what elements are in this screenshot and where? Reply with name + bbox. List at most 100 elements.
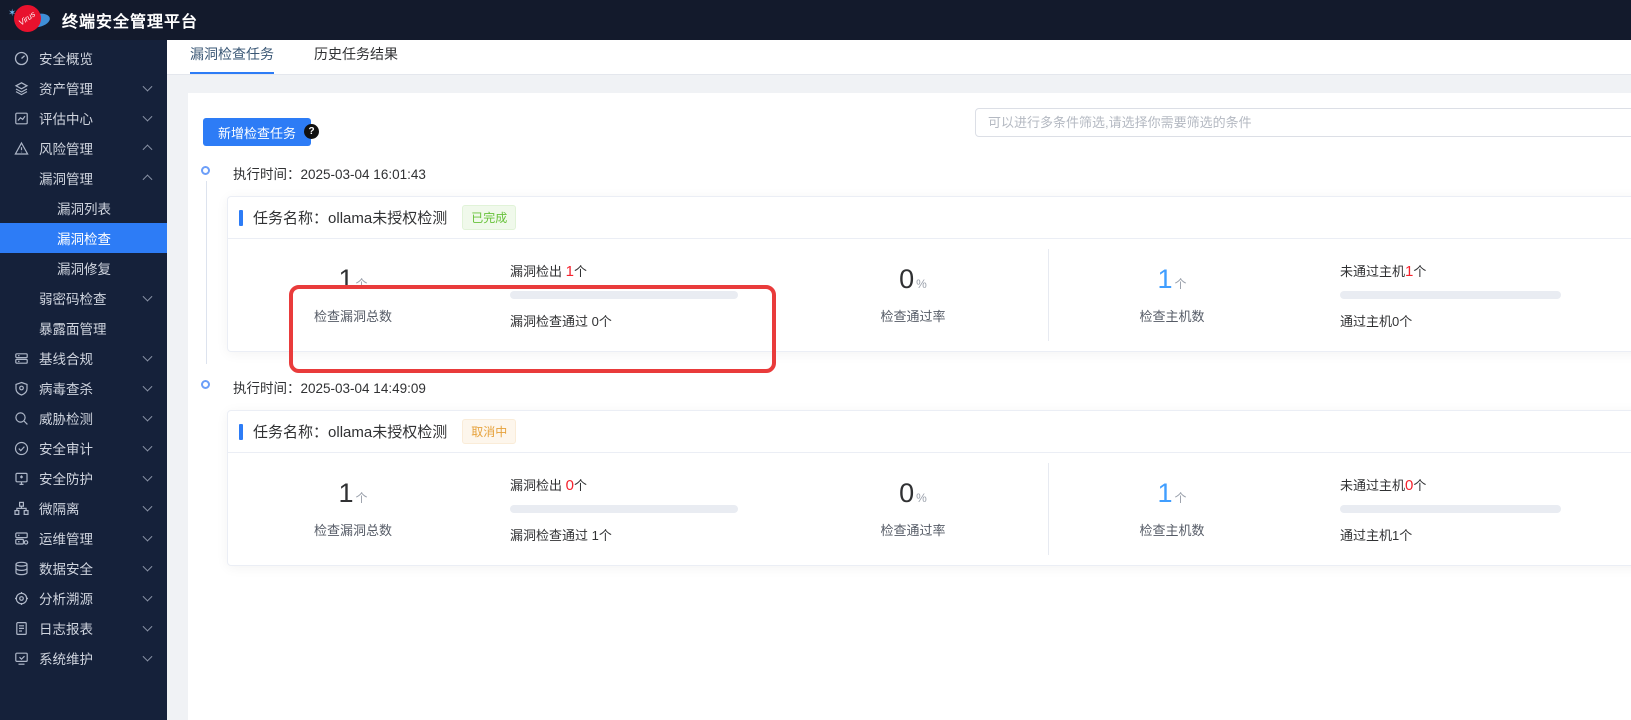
- trace-target-icon: [14, 591, 29, 606]
- task-card-body: 1个 检查漏洞总数 漏洞检出 0个 漏洞检查通过 1个 0% 检查通过率 1 个…: [228, 453, 1631, 565]
- main-area: 漏洞检查任务 历史任务结果 新增检查任务 ? 执行时间：2025-03-04 1…: [167, 40, 1631, 720]
- stat-pass-rate: 0% 检查通过率: [880, 477, 946, 538]
- sidebar-item-ops-management[interactable]: 运维管理: [0, 523, 167, 553]
- stat-pass-rate: 0% 检查通过率: [880, 263, 946, 324]
- warning-icon: [14, 141, 29, 156]
- vuln-progress-bar: [510, 290, 738, 299]
- sidebar-item-weak-password-check[interactable]: 弱密码检查: [0, 283, 167, 313]
- chevron-down-icon: [142, 621, 153, 632]
- sidebar-item-security-overview[interactable]: 安全概览: [0, 43, 167, 73]
- task-card-header: 任务名称：ollama未授权检测 已完成: [228, 197, 1631, 239]
- logo-virus-icon: Virus: [14, 5, 41, 32]
- layers-icon: [14, 81, 29, 96]
- host-passed-line: 通过主机1个: [1340, 527, 1413, 543]
- sidebar-item-vuln-check[interactable]: 漏洞检查: [0, 223, 167, 253]
- task-card: 任务名称：ollama未授权检测 取消中 1个 检查漏洞总数 漏洞检出 0个 漏…: [227, 410, 1631, 566]
- log-report-icon: [14, 621, 29, 636]
- database-icon: [14, 561, 29, 576]
- chevron-down-icon: [142, 561, 153, 572]
- chevron-down-icon: [142, 591, 153, 602]
- stat-host-progress: 未通过主机1个 通过主机0个: [1340, 261, 1561, 330]
- chevron-up-icon: [142, 144, 153, 155]
- stat-vuln-total: 1个 检查漏洞总数: [313, 477, 392, 538]
- sidebar-item-virus-scan[interactable]: 病毒查杀: [0, 373, 167, 403]
- vuln-detected-line: 漏洞检出 0个: [510, 476, 587, 494]
- vuln-detected-line: 漏洞检出 1个: [510, 262, 587, 280]
- task-title: 任务名称：ollama未授权检测: [253, 424, 448, 441]
- exec-time: 执行时间：2025-03-04 14:49:09: [233, 381, 426, 396]
- chart-icon: [14, 111, 29, 126]
- app-title: 终端安全管理平台: [62, 14, 199, 31]
- chevron-down-icon: [142, 501, 153, 512]
- tab-history-results[interactable]: 历史任务结果: [314, 36, 398, 74]
- stat-vuln-progress: 漏洞检出 0个 漏洞检查通过 1个: [510, 475, 738, 544]
- chevron-up-icon: [142, 174, 153, 185]
- chevron-down-icon: [142, 81, 153, 92]
- stat-vuln-progress: 漏洞检出 1个 漏洞检查通过 0个: [510, 261, 738, 330]
- vuln-progress-bar: [510, 504, 738, 513]
- baseline-icon: [14, 351, 29, 366]
- timeline-node-icon: [201, 380, 210, 389]
- vuln-passed-line: 漏洞检查通过 1个: [510, 527, 612, 543]
- title-accent-bar: [239, 423, 243, 440]
- timeline-node-icon: [201, 166, 210, 175]
- app-logo: ✶ Virus: [6, 0, 52, 40]
- sidebar-item-risk-management[interactable]: 风险管理: [0, 133, 167, 163]
- sidebar-item-vuln-fix[interactable]: 漏洞修复: [0, 253, 167, 283]
- title-accent-bar: [239, 209, 243, 226]
- timeline-item: 执行时间：2025-03-04 14:49:09 任务名称：ollama未授权检…: [188, 377, 1631, 566]
- sidebar-item-vuln-list[interactable]: 漏洞列表: [0, 193, 167, 223]
- chevron-down-icon: [142, 381, 153, 392]
- ops-server-icon: [14, 531, 29, 546]
- status-badge: 取消中: [462, 419, 517, 444]
- task-title: 任务名称：ollama未授权检测: [253, 210, 448, 227]
- sidebar-item-security-audit[interactable]: 安全审计: [0, 433, 167, 463]
- host-progress-bar: [1340, 504, 1561, 513]
- stat-host-count: 1个 检查主机数: [1139, 477, 1205, 538]
- chevron-down-icon: [142, 471, 153, 482]
- virus-shield-icon: [14, 381, 29, 396]
- vuln-passed-line: 漏洞检查通过 0个: [510, 313, 612, 329]
- host-failed-line: 未通过主机0个: [1340, 476, 1427, 494]
- sidebar-item-exposure-management[interactable]: 暴露面管理: [0, 313, 167, 343]
- tab-bar: 漏洞检查任务 历史任务结果: [167, 40, 1631, 75]
- chevron-down-icon: [142, 531, 153, 542]
- isolation-nodes-icon: [14, 501, 29, 516]
- stat-host-count: 1个 检查主机数: [1139, 263, 1205, 324]
- exec-time: 执行时间：2025-03-04 16:01:43: [233, 167, 426, 182]
- sidebar-item-threat-detection[interactable]: 威胁检测: [0, 403, 167, 433]
- protect-monitor-icon: [14, 471, 29, 486]
- sidebar-item-log-report[interactable]: 日志报表: [0, 613, 167, 643]
- task-card-body: 1个 检查漏洞总数 漏洞检出 1个 漏洞检查通过 0个 0% 检查通过率 1 个…: [228, 239, 1631, 373]
- host-progress-bar: [1340, 290, 1561, 299]
- sidebar-item-asset-management[interactable]: 资产管理: [0, 73, 167, 103]
- stat-vuln-total: 1个 检查漏洞总数: [313, 263, 392, 324]
- chevron-down-icon: [142, 111, 153, 122]
- sidebar-item-system-maintenance[interactable]: 系统维护: [0, 643, 167, 673]
- help-icon[interactable]: ?: [304, 124, 319, 139]
- threat-search-icon: [14, 411, 29, 426]
- sidebar-item-vuln-management[interactable]: 漏洞管理: [0, 163, 167, 193]
- content-panel: 新增检查任务 ? 执行时间：2025-03-04 16:01:43 任务名称：o…: [188, 93, 1631, 720]
- sidebar-menu: 安全概览 资产管理 评估中心 风险管理 漏洞管理 漏洞列表 漏洞检查 漏洞修复 …: [0, 43, 167, 673]
- add-check-task-button[interactable]: 新增检查任务: [203, 118, 312, 146]
- chevron-down-icon: [142, 411, 153, 422]
- sidebar-item-micro-isolation[interactable]: 微隔离: [0, 493, 167, 523]
- host-failed-line: 未通过主机1个: [1340, 262, 1427, 280]
- host-passed-line: 通过主机0个: [1340, 313, 1413, 329]
- timeline-item: 执行时间：2025-03-04 16:01:43 任务名称：ollama未授权检…: [188, 163, 1631, 373]
- chevron-down-icon: [142, 291, 153, 302]
- tab-vuln-check-tasks[interactable]: 漏洞检查任务: [190, 36, 274, 74]
- task-card-header: 任务名称：ollama未授权检测 取消中: [228, 411, 1631, 453]
- sidebar-item-analysis-trace[interactable]: 分析溯源: [0, 583, 167, 613]
- toolbar: 新增检查任务 ?: [188, 93, 1631, 163]
- sidebar-item-baseline-compliance[interactable]: 基线合规: [0, 343, 167, 373]
- stat-host-progress: 未通过主机0个 通过主机1个: [1340, 475, 1561, 544]
- audit-check-icon: [14, 441, 29, 456]
- sidebar-item-assessment-center[interactable]: 评估中心: [0, 103, 167, 133]
- sidebar-item-data-security[interactable]: 数据安全: [0, 553, 167, 583]
- sidebar-item-security-protection[interactable]: 安全防护: [0, 463, 167, 493]
- app-header: ✶ Virus 终端安全管理平台: [0, 0, 1631, 40]
- filter-input[interactable]: [975, 108, 1631, 137]
- status-badge: 已完成: [462, 205, 517, 230]
